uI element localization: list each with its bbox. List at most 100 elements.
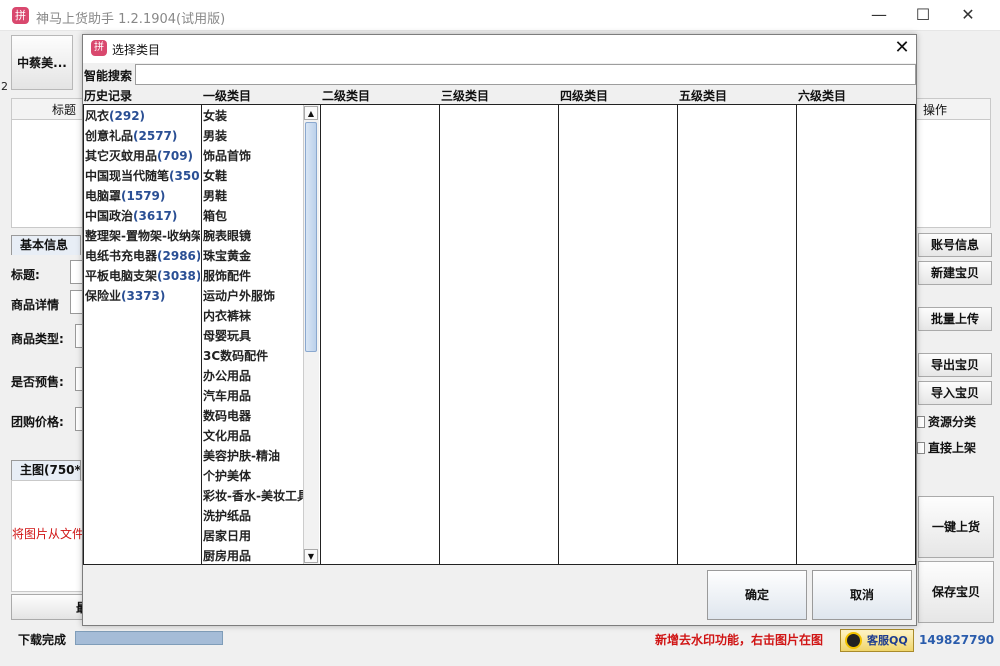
level1-item[interactable]: 汽车用品: [203, 386, 303, 406]
history-item-name: 保险业: [85, 289, 122, 303]
export-items-button[interactable]: 导出宝贝: [918, 353, 992, 377]
label-type: 商品类型:: [11, 332, 64, 346]
level1-list: 女装 男装 饰品首饰 女鞋 男鞋 箱包 腕表眼镜 珠宝黄金 服饰配件 运动户外服饰 内衣裤袜 母婴玩具…: [203, 106, 303, 564]
level1-item[interactable]: 办公用品: [203, 366, 303, 386]
level1-item[interactable]: 母婴玩具: [203, 326, 303, 346]
level1-item[interactable]: 美容护肤-精油: [203, 446, 303, 466]
history-item-name: 风衣: [85, 109, 110, 123]
scroll-down-arrow-icon[interactable]: ▼: [304, 549, 318, 563]
column-level4: 四级类目: [560, 89, 609, 103]
scroll-thumb[interactable]: [305, 122, 317, 352]
account-info-button[interactable]: 账号信息: [918, 233, 992, 257]
level1-item[interactable]: 饰品首饰: [203, 146, 303, 166]
history-item-count: (1579): [121, 189, 166, 203]
history-list: 风衣(292) 创意礼品(2577) 其它灭蚊用品(709) 中国现当代随笔(350 电…: [85, 106, 200, 306]
level1-item[interactable]: 运动户外服饰: [203, 286, 303, 306]
history-item[interactable]: 电脑罩(1579): [85, 186, 200, 206]
history-item-count: (350: [169, 169, 200, 183]
history-item-count: (3617): [133, 209, 178, 223]
level1-item[interactable]: 内衣裤袜: [203, 306, 303, 326]
history-item-count: (2577): [133, 129, 178, 143]
cancel-button[interactable]: 取消: [812, 570, 912, 620]
tab-basic-info[interactable]: 基本信息: [11, 235, 81, 255]
column-level3: 三级类目: [441, 89, 490, 103]
level1-item[interactable]: 男装: [203, 126, 303, 146]
column-level6: 六级类目: [798, 89, 847, 103]
dialog-close-button[interactable]: ✕: [889, 37, 915, 59]
qq-penguin-icon: [845, 632, 862, 649]
download-progress-bar: [75, 631, 223, 645]
checkbox-icon: [917, 416, 925, 428]
confirm-button[interactable]: 确定: [707, 570, 807, 620]
history-item[interactable]: 创意礼品(2577): [85, 126, 200, 146]
smart-search-input[interactable]: [135, 64, 916, 85]
batch-upload-button[interactable]: 批量上传: [918, 307, 992, 331]
import-items-button[interactable]: 导入宝贝: [918, 381, 992, 405]
history-item[interactable]: 中国现当代随笔(350: [85, 166, 200, 186]
app-logo-icon: 拼: [12, 7, 29, 24]
column-history: 历史记录: [84, 89, 133, 103]
column-ops: 操作: [923, 103, 948, 117]
new-item-button[interactable]: 新建宝贝: [918, 261, 992, 285]
level1-item[interactable]: 厨房用品: [203, 546, 303, 564]
level1-item[interactable]: 箱包: [203, 206, 303, 226]
history-item-count: (3373): [121, 289, 166, 303]
resource-category-checkbox[interactable]: 资源分类: [917, 413, 976, 430]
history-item[interactable]: 保险业(3373): [85, 286, 200, 306]
watermark-notice: 新增去水印功能，右击图片在图: [655, 633, 824, 647]
qq-number: 149827790: [919, 633, 995, 647]
column-divider: [201, 104, 202, 565]
shop-button[interactable]: 中蔡美...: [11, 35, 73, 90]
label-detail: 商品详情: [11, 298, 60, 312]
dialog-logo-icon: 拼: [91, 40, 107, 56]
maximize-button[interactable]: ☐: [908, 4, 938, 26]
label-group-price: 团购价格:: [11, 415, 64, 429]
minimize-button[interactable]: —: [864, 4, 894, 26]
direct-list-label: 直接上架: [928, 441, 977, 455]
level1-item[interactable]: 洗护纸品: [203, 506, 303, 526]
scroll-up-arrow-icon[interactable]: ▲: [304, 106, 318, 120]
label-presale: 是否预售:: [11, 375, 64, 389]
level1-item[interactable]: 服饰配件: [203, 266, 303, 286]
history-item[interactable]: 整理架-置物架-收纳架: [85, 226, 200, 246]
column-divider: [558, 104, 559, 565]
dialog-titlebar: [83, 35, 916, 63]
level1-item[interactable]: 女鞋: [203, 166, 303, 186]
history-item-name: 中国政治: [85, 209, 134, 223]
level1-item[interactable]: 腕表眼镜: [203, 226, 303, 246]
one-click-listing-button[interactable]: 一键上货: [918, 496, 994, 558]
history-item-name: 电纸书充电器: [85, 249, 158, 263]
history-item[interactable]: 其它灭蚊用品(709): [85, 146, 200, 166]
direct-list-checkbox[interactable]: 直接上架: [917, 439, 976, 456]
image-drop-hint: 将图片从文件: [12, 527, 85, 541]
history-item[interactable]: 电纸书充电器(2986): [85, 246, 200, 266]
history-item-name: 电脑罩: [85, 189, 122, 203]
level1-item[interactable]: 彩妆-香水-美妆工具: [203, 486, 303, 506]
left-marker: 2: [1, 80, 8, 93]
resource-category-label: 资源分类: [928, 415, 977, 429]
history-item[interactable]: 平板电脑支架(3038): [85, 266, 200, 286]
level1-item[interactable]: 数码电器: [203, 406, 303, 426]
history-item-name: 中国现当代随笔: [85, 169, 170, 183]
column-divider: [677, 104, 678, 565]
level1-item[interactable]: 珠宝黄金: [203, 246, 303, 266]
history-item[interactable]: 中国政治(3617): [85, 206, 200, 226]
level1-item[interactable]: 文化用品: [203, 426, 303, 446]
tab-main-image[interactable]: 主图(750*3: [11, 460, 81, 480]
column-level1: 一级类目: [203, 89, 252, 103]
history-item[interactable]: 风衣(292): [85, 106, 200, 126]
level1-item[interactable]: 3C数码配件: [203, 346, 303, 366]
close-button[interactable]: ✕: [953, 4, 983, 26]
column-level5: 五级类目: [679, 89, 728, 103]
bottom-left-button[interactable]: [11, 594, 83, 620]
app-title: 神马上货助手 1.2.1904(试用版): [36, 12, 226, 27]
save-item-button[interactable]: 保存宝贝: [918, 561, 994, 623]
level1-item[interactable]: 男鞋: [203, 186, 303, 206]
column-divider: [796, 104, 797, 565]
level1-item[interactable]: 个护美体: [203, 466, 303, 486]
level1-item[interactable]: 女装: [203, 106, 303, 126]
history-item-name: 创意礼品: [85, 129, 134, 143]
label-title: 标题:: [11, 268, 40, 282]
level1-item[interactable]: 居家日用: [203, 526, 303, 546]
dialog-title: 选择类目: [112, 43, 161, 57]
